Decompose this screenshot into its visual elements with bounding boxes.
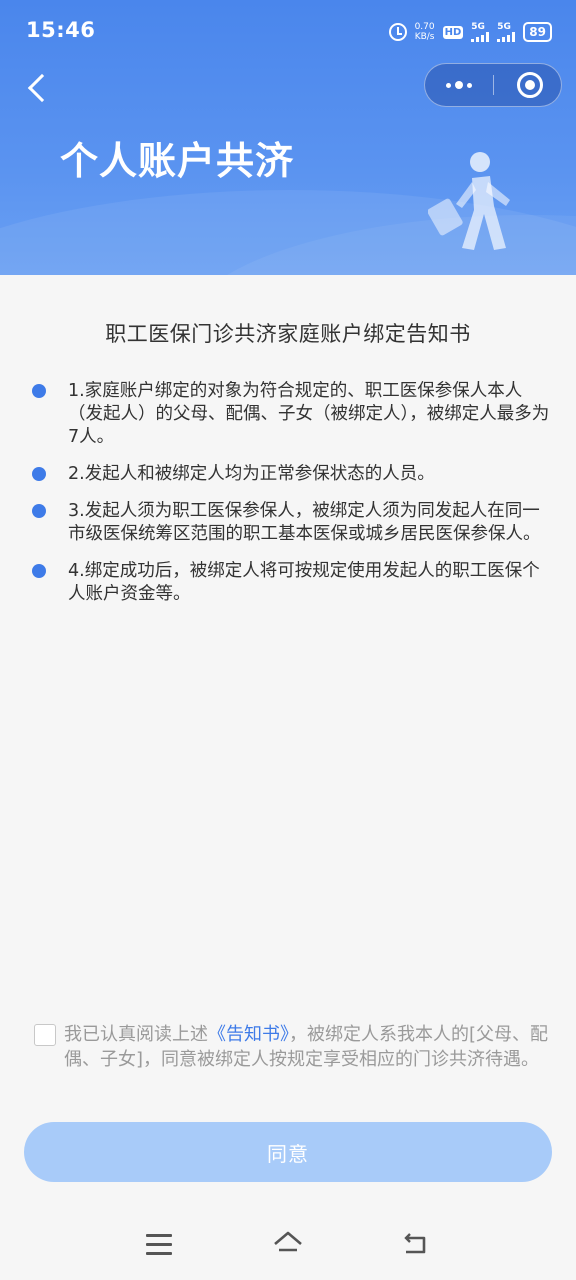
notice-item-text: 3.发起人须为职工医保参保人，被绑定人须为同发起人在同一市级医保统筹区范围的职工… xyxy=(68,501,541,544)
capsule-divider xyxy=(493,75,494,95)
notice-document-link[interactable]: 《告知书》 xyxy=(208,1024,289,1045)
header-banner: 15:46 0.70 KB/s HD 5G 5G 89 个人账户共济 xyxy=(0,0,576,275)
notice-item-text: 1.家庭账户绑定的对象为符合规定的、职工医保参保人本人（发起人）的父母、配偶、子… xyxy=(68,381,550,447)
sim2-label: 5G xyxy=(497,21,511,32)
notice-item: 4.绑定成功后，被绑定人将可按规定使用发起人的职工医保个人账户资金等。 xyxy=(30,560,550,606)
agreement-text: 我已认真阅读上述《告知书》，被绑定人系我本人的[父母、配偶、子女]，同意被绑定人… xyxy=(64,1022,554,1072)
notice-list: 1.家庭账户绑定的对象为符合规定的、职工医保参保人本人（发起人）的父母、配偶、子… xyxy=(30,380,550,620)
bullet-icon xyxy=(32,467,46,481)
walking-person-icon xyxy=(428,152,510,250)
notice-item: 1.家庭账户绑定的对象为符合规定的、职工医保参保人本人（发起人）的父母、配偶、子… xyxy=(30,380,550,449)
hd-voice-icon: HD xyxy=(442,25,464,39)
signal-icon-sim1: 5G xyxy=(471,21,490,42)
network-speed: 0.70 KB/s xyxy=(415,22,435,42)
notice-title: 职工医保门诊共济家庭账户绑定告知书 xyxy=(105,322,471,346)
home-icon[interactable] xyxy=(272,1228,304,1260)
bullet-icon xyxy=(32,384,46,398)
notice-item: 3.发起人须为职工医保参保人，被绑定人须为同发起人在同一市级医保统筹区范围的职工… xyxy=(30,500,550,546)
agree-button[interactable]: 同意 xyxy=(24,1122,552,1182)
status-bar: 15:46 0.70 KB/s HD 5G 5G 89 xyxy=(0,0,576,62)
bullet-icon xyxy=(32,564,46,578)
alarm-icon xyxy=(388,23,407,41)
network-speed-value: 0.70 xyxy=(414,22,435,32)
bullet-icon xyxy=(32,504,46,518)
status-time: 15:46 xyxy=(26,18,96,42)
agreement-text-before: 我已认真阅读上述 xyxy=(64,1024,208,1045)
more-button[interactable] xyxy=(425,64,493,106)
signal-icon-sim2: 5G xyxy=(497,21,516,42)
sim1-label: 5G xyxy=(471,21,485,32)
status-icons: 0.70 KB/s HD 5G 5G 89 xyxy=(388,20,552,44)
return-icon[interactable] xyxy=(402,1232,430,1258)
notice-item-text: 2.发起人和被绑定人均为正常参保状态的人员。 xyxy=(68,464,435,484)
chevron-left-icon xyxy=(27,73,57,103)
page-title: 个人账户共济 xyxy=(60,139,295,183)
network-speed-unit: KB/s xyxy=(414,32,435,42)
close-miniprogram-button[interactable] xyxy=(517,72,543,98)
system-navigation-bar xyxy=(0,1214,576,1280)
notice-item: 2.发起人和被绑定人均为正常参保状态的人员。 xyxy=(30,463,550,486)
back-button[interactable] xyxy=(22,73,57,104)
battery-icon: 89 xyxy=(523,22,552,42)
miniprogram-capsule xyxy=(424,63,562,107)
agreement-section: 我已认真阅读上述《告知书》，被绑定人系我本人的[父母、配偶、子女]，同意被绑定人… xyxy=(34,1022,554,1072)
agreement-checkbox[interactable] xyxy=(34,1024,56,1046)
notice-item-text: 4.绑定成功后，被绑定人将可按规定使用发起人的职工医保个人账户资金等。 xyxy=(68,561,540,604)
menu-icon[interactable] xyxy=(146,1234,172,1256)
